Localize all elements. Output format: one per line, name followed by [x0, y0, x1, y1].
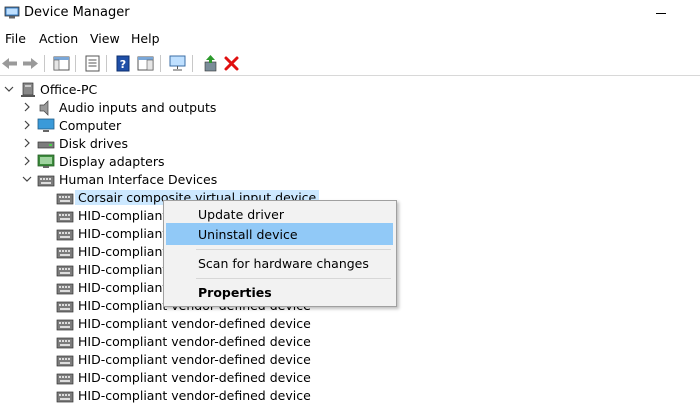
toolbar-separator: [160, 55, 161, 72]
ctx-update-driver[interactable]: Update driver: [166, 203, 393, 225]
chevron-right-icon[interactable]: [21, 137, 33, 149]
tree-device[interactable]: HID-compliant vendor-defined device: [0, 315, 311, 333]
chevron-down-icon[interactable]: [21, 173, 33, 185]
tree-root-label: Office-PC: [40, 82, 98, 97]
hid-device-icon: [56, 391, 74, 403]
toolbar: ?: [0, 51, 700, 76]
tree-device[interactable]: HID-compliant vendor-defined device: [0, 387, 311, 405]
monitor-scan-icon[interactable]: [168, 54, 187, 73]
hid-device-icon: [56, 193, 74, 205]
ctx-scan-hardware[interactable]: Scan for hardware changes: [166, 252, 393, 274]
toolbar-separator: [75, 55, 76, 72]
ctx-separator: [196, 278, 391, 279]
tree-category-label: Display adapters: [59, 154, 165, 169]
hid-category-icon: [37, 175, 55, 187]
toolbar-separator: [192, 55, 193, 72]
chevron-right-icon[interactable]: [21, 101, 33, 113]
tree-device-label: HID-compliant vendor-defined device: [78, 334, 311, 349]
chevron-right-icon[interactable]: [21, 155, 33, 167]
tree-category-disk-drives[interactable]: Disk drives: [0, 135, 200, 153]
tree-category-computer[interactable]: Computer: [0, 117, 200, 135]
ctx-item-label: Update driver: [198, 207, 285, 222]
ctx-properties[interactable]: Properties: [166, 281, 393, 303]
tree-root-office-pc[interactable]: Office-PC: [0, 81, 200, 99]
menu-file[interactable]: File: [5, 31, 26, 46]
computer-monitor-icon: [37, 118, 55, 132]
tree-category-label: Audio inputs and outputs: [59, 100, 217, 115]
tree-category-hid[interactable]: Human Interface Devices: [0, 171, 240, 189]
tree-device-label: HID-compliant vendor-defined device: [78, 370, 311, 385]
chevron-right-icon[interactable]: [21, 119, 33, 131]
tree-device-label: HID-compliant vendor-defined device: [78, 352, 311, 367]
uninstall-x-icon[interactable]: [222, 54, 241, 73]
toolbar-separator: [106, 55, 107, 72]
device-manager-icon: [4, 6, 20, 19]
hid-device-icon: [56, 301, 74, 313]
hid-device-icon: [56, 211, 74, 223]
hid-device-icon: [56, 283, 74, 295]
tree-device-label: HID-compliant vendor-defined device: [78, 316, 311, 331]
menu-view[interactable]: View: [90, 31, 120, 46]
hid-device-icon: [56, 373, 74, 385]
tree-category-label: Human Interface Devices: [59, 172, 218, 187]
svg-text:?: ?: [120, 58, 126, 71]
tree-device[interactable]: HID-compliant vendor-defined device: [0, 351, 311, 369]
hid-device-icon: [56, 229, 74, 241]
menu-help[interactable]: Help: [131, 31, 160, 46]
minimize-button[interactable]: [642, 0, 682, 27]
back-icon[interactable]: [0, 54, 19, 73]
update-driver-icon[interactable]: [201, 54, 220, 73]
tree-device-label: HID-compliant vendor-defined device: [78, 388, 311, 403]
toolbar-separator: [44, 55, 45, 72]
title-bar: Device Manager: [0, 0, 700, 27]
tree-category-display-adapters[interactable]: Display adapters: [0, 153, 200, 171]
ctx-item-label: Scan for hardware changes: [198, 256, 369, 271]
speaker-icon: [39, 100, 49, 116]
help-icon[interactable]: ?: [114, 54, 133, 73]
tree-category-audio[interactable]: Audio inputs and outputs: [0, 99, 260, 117]
hid-device-icon: [56, 319, 74, 331]
ctx-separator: [196, 249, 391, 250]
ctx-item-label: Properties: [198, 285, 272, 300]
properties-sheet-icon[interactable]: [83, 54, 102, 73]
disk-drive-icon: [37, 141, 55, 149]
tree-category-label: Computer: [59, 118, 122, 133]
computer-root-icon: [21, 82, 35, 97]
chevron-down-icon[interactable]: [3, 83, 15, 95]
tree-device[interactable]: HID-compliant vendor-defined device: [0, 369, 311, 387]
menu-action[interactable]: Action: [39, 31, 78, 46]
action-pane-icon[interactable]: [136, 54, 155, 73]
hid-device-icon: [56, 337, 74, 349]
tree-category-label: Disk drives: [59, 136, 128, 151]
ctx-uninstall-device[interactable]: Uninstall device: [166, 223, 393, 245]
hid-device-icon: [56, 247, 74, 259]
ctx-item-label: Uninstall device: [198, 227, 298, 242]
window-title: Device Manager: [24, 5, 130, 20]
display-adapter-icon: [37, 154, 55, 168]
console-tree-icon[interactable]: [52, 54, 71, 73]
hid-device-icon: [56, 355, 74, 367]
forward-icon[interactable]: [21, 54, 40, 73]
menu-bar: File Action View Help: [0, 28, 700, 49]
hid-device-icon: [56, 265, 74, 277]
tree-device[interactable]: HID-compliant vendor-defined device: [0, 333, 311, 351]
context-menu: Update driver Uninstall device Scan for …: [163, 200, 397, 307]
